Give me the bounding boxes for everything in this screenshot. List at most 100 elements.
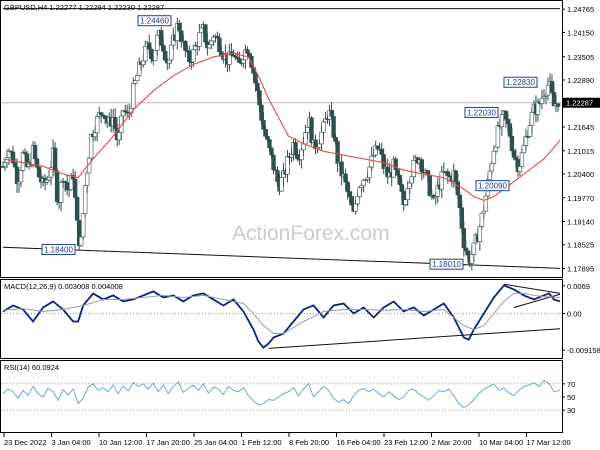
candle-body bbox=[343, 173, 348, 183]
annotation-label: 1.20090 bbox=[478, 182, 507, 191]
rsi-tick-label: 70 bbox=[567, 380, 575, 389]
candle-body bbox=[455, 181, 461, 196]
y-tick-label: 1.19140 bbox=[567, 218, 594, 227]
candle-body bbox=[245, 49, 250, 54]
candle-body bbox=[183, 40, 188, 51]
candle-body bbox=[523, 136, 529, 146]
candle-body bbox=[241, 59, 246, 64]
candle-body bbox=[285, 156, 290, 175]
candle-body bbox=[513, 157, 519, 160]
candle-body bbox=[211, 36, 216, 42]
candle-body bbox=[483, 195, 489, 212]
candle-body bbox=[369, 155, 374, 168]
candle-body bbox=[155, 34, 160, 51]
x-tick-label: 10 Mar 04:00 bbox=[479, 438, 523, 447]
candle-body bbox=[419, 159, 424, 172]
candle-body bbox=[259, 104, 264, 121]
candle-body bbox=[143, 45, 148, 62]
candle-body bbox=[481, 210, 487, 214]
candle-body bbox=[329, 110, 334, 117]
candle-body bbox=[147, 42, 152, 50]
candle-body bbox=[527, 125, 533, 137]
y-tick-label: 1.17895 bbox=[567, 265, 594, 274]
candle-body bbox=[477, 226, 483, 242]
candle-body bbox=[237, 58, 242, 63]
candle-body bbox=[52, 147, 58, 172]
macd-panel-title: MACD(12,26,9) 0.003008 0.004008 bbox=[4, 282, 123, 291]
candle-body bbox=[407, 182, 412, 189]
candle-body bbox=[381, 154, 386, 169]
candle-body bbox=[32, 145, 38, 160]
annotation-label: 1.22030 bbox=[467, 108, 496, 117]
y-tick-label: 1.23505 bbox=[567, 53, 594, 62]
candle-body bbox=[333, 137, 338, 142]
candle-body bbox=[64, 182, 70, 191]
candle-body bbox=[453, 170, 459, 182]
candle-body bbox=[169, 44, 174, 61]
candle-body bbox=[409, 176, 414, 184]
candle-body bbox=[489, 163, 495, 172]
candle-body bbox=[203, 24, 208, 43]
candle-body bbox=[305, 127, 310, 133]
candle-body bbox=[335, 141, 340, 164]
candle-body bbox=[261, 119, 266, 130]
candle-body bbox=[321, 121, 326, 133]
candle-body bbox=[255, 82, 260, 91]
x-tick-label: 17 Mar 12:00 bbox=[527, 438, 571, 447]
candle-body bbox=[479, 212, 485, 227]
candle-body bbox=[14, 166, 20, 185]
candle-body bbox=[133, 80, 138, 84]
candle-body bbox=[521, 145, 527, 154]
candle-body bbox=[495, 125, 501, 148]
y-tick-label: 1.21015 bbox=[567, 147, 594, 156]
candle-body bbox=[163, 50, 168, 61]
macd-tick-label: 0.0069 bbox=[567, 282, 590, 291]
candle-body bbox=[217, 37, 222, 52]
candle-body bbox=[349, 196, 354, 206]
candle-body bbox=[439, 171, 444, 190]
candle-body bbox=[529, 111, 535, 126]
x-tick-label: 23 Dec 2022 bbox=[4, 438, 47, 447]
candle-body bbox=[399, 184, 404, 192]
candle-body bbox=[131, 83, 136, 109]
x-tick-label: 25 Jan 04:00 bbox=[194, 438, 237, 447]
candle-body bbox=[293, 142, 298, 155]
candle-body bbox=[187, 50, 192, 63]
x-tick-label: 16 Feb 04:00 bbox=[337, 438, 381, 447]
y-tick-label: 1.22890 bbox=[567, 76, 594, 85]
candle-body bbox=[345, 181, 350, 193]
candle-body bbox=[141, 60, 146, 65]
candle-body bbox=[517, 166, 523, 172]
candle-body bbox=[199, 27, 204, 34]
rsi-tick-label: 30 bbox=[567, 406, 575, 415]
annotation-label: 1.18400 bbox=[44, 245, 73, 254]
candle-body bbox=[355, 196, 360, 205]
price-panel-title: GBPUSD,H4 1.22277 1.22294 1.22230 1.2228… bbox=[4, 3, 164, 12]
candle-body bbox=[505, 118, 511, 124]
candle-body bbox=[80, 213, 86, 238]
y-tick-label: 1.18525 bbox=[567, 241, 594, 250]
candle-body bbox=[102, 115, 108, 120]
candle-body bbox=[88, 134, 94, 159]
macd-tick-label: -0.009158 bbox=[567, 346, 600, 355]
candle-body bbox=[411, 160, 416, 177]
candle-body bbox=[58, 182, 64, 203]
x-tick-label: 10 Jan 12:00 bbox=[99, 438, 142, 447]
candle-body bbox=[94, 116, 100, 134]
candle-body bbox=[197, 32, 202, 47]
candle-body bbox=[267, 139, 272, 149]
annotation-label: 1.18010 bbox=[432, 260, 461, 269]
candle-body bbox=[113, 117, 118, 129]
y-tick-label: 1.19770 bbox=[567, 194, 594, 203]
candle-body bbox=[503, 110, 509, 120]
candle-body bbox=[461, 228, 467, 249]
candle-body bbox=[499, 114, 505, 128]
candle-body bbox=[507, 123, 513, 137]
candle-body bbox=[405, 188, 410, 201]
y-tick-label: 1.21645 bbox=[567, 123, 594, 132]
annotation-label: 1.22830 bbox=[506, 78, 535, 87]
candle-body bbox=[465, 250, 471, 256]
y-tick-label: 1.24150 bbox=[567, 28, 594, 37]
candle-body bbox=[493, 146, 499, 152]
x-tick-label: 2 Mar 20:00 bbox=[432, 438, 472, 447]
